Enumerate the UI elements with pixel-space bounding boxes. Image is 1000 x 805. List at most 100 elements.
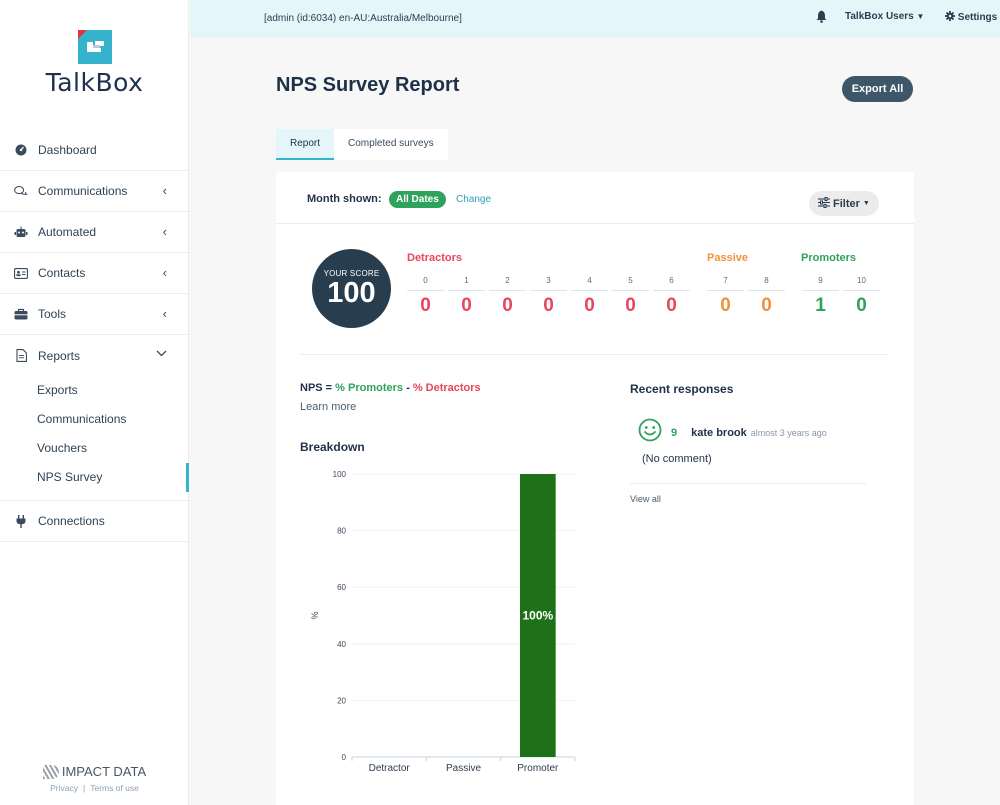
sidebar-subitem-nps-survey[interactable]: NPS Survey [0, 463, 189, 492]
y-tick-label: 0 [342, 753, 347, 762]
rating-number: 10 [843, 276, 880, 291]
terms-link[interactable]: Terms of use [90, 783, 139, 793]
y-tick-label: 80 [337, 527, 346, 536]
bell-icon[interactable] [816, 10, 827, 23]
talkbox-logo[interactable]: TalkBox [0, 30, 189, 97]
rating-column: 30 [530, 276, 567, 317]
sidebar-item-tools[interactable]: Tools ‹ [0, 294, 189, 335]
dashboard-icon [14, 143, 28, 157]
sidebar-item-label: Communications [38, 184, 128, 198]
rating-column: 10 [448, 276, 485, 317]
reports-submenu: Exports Communications Vouchers NPS Surv… [0, 376, 189, 501]
data-label: 100% [522, 609, 553, 623]
rating-column: 10 0 [843, 276, 880, 317]
rating-number: 0 [407, 276, 444, 291]
change-month-link[interactable]: Change [456, 194, 491, 205]
sidebar-subitem-exports[interactable]: Exports [0, 376, 189, 405]
rating-number: 3 [530, 276, 567, 291]
detractors-label: Detractors [407, 252, 463, 264]
recent-responses-title: Recent responses [630, 382, 734, 396]
sidebar-subitem-communications[interactable]: Communications [0, 405, 189, 434]
response-name: kate brook [691, 426, 747, 439]
privacy-link[interactable]: Privacy [50, 783, 78, 793]
rating-count: 0 [856, 295, 867, 316]
logo-text: TalkBox [45, 68, 144, 97]
filter-button[interactable]: Filter ▼ [809, 191, 879, 216]
passive-label: Passive [707, 252, 748, 264]
footer-links: Privacy | Terms of use [0, 783, 189, 793]
tab-report[interactable]: Report [276, 129, 335, 160]
view-all-link[interactable]: View all [630, 494, 661, 504]
settings-link[interactable]: Settings [945, 11, 997, 23]
rating-count: 0 [666, 295, 677, 316]
rating-count: 0 [502, 295, 513, 316]
filter-label: Filter [833, 197, 860, 210]
sidebar-subitem-vouchers[interactable]: Vouchers [0, 434, 189, 463]
y-tick-label: 20 [337, 696, 346, 705]
account-label: TalkBox Users [845, 11, 914, 22]
y-axis-label: % [310, 611, 320, 619]
tab-completed-surveys[interactable]: Completed surveys [334, 129, 448, 160]
document-icon [14, 349, 28, 363]
sidebar-item-connections[interactable]: Connections [0, 501, 189, 542]
user-context: [admin (id:6034) en-AU:Australia/Melbour… [264, 13, 462, 24]
formula-equals: = [322, 382, 336, 394]
x-tick-label: Passive [446, 763, 481, 774]
page-title: NPS Survey Report [276, 74, 460, 96]
response-item[interactable]: 9 kate brook almost 3 years ago [638, 418, 827, 447]
x-tick-label: Promoter [517, 763, 559, 774]
rating-number: 9 [802, 276, 839, 291]
sidebar-item-automated[interactable]: Automated ‹ [0, 212, 189, 253]
month-shown-label: Month shown: [307, 193, 382, 205]
sidebar-item-label: Tools [38, 307, 67, 321]
rating-number: 1 [448, 276, 485, 291]
rating-number: 4 [571, 276, 608, 291]
chevron-down-icon [156, 345, 167, 360]
caret-down-icon: ▼ [916, 12, 925, 21]
rating-column: 60 [653, 276, 690, 317]
plug-icon [14, 514, 28, 528]
chevron-left-icon: ‹ [162, 265, 167, 280]
sidebar-item-reports[interactable]: Reports [0, 335, 189, 376]
formula-detractors: % Detractors [412, 382, 481, 394]
x-tick-label: Detractor [369, 763, 411, 774]
rating-count: 0 [420, 295, 431, 316]
sidebar: TalkBox Dashboard Communications ‹ Autom… [0, 0, 189, 805]
talkbox-logo-icon [77, 30, 112, 64]
month-value-badge[interactable]: All Dates [389, 191, 446, 208]
response-time: almost 3 years ago [750, 427, 827, 438]
sidebar-item-contacts[interactable]: Contacts ‹ [0, 253, 189, 294]
rating-count: 0 [543, 295, 554, 316]
rating-count: 0 [461, 295, 472, 316]
rating-column: 70 [707, 276, 744, 317]
sidebar-item-label: Connections [38, 514, 105, 528]
topbar: [admin (id:6034) en-AU:Australia/Melbour… [190, 0, 1000, 38]
chevron-left-icon: ‹ [162, 306, 167, 321]
rating-number: 6 [653, 276, 690, 291]
account-dropdown[interactable]: TalkBox Users ▼ [845, 11, 924, 22]
learn-more-link[interactable]: Learn more [300, 401, 356, 413]
sidebar-item-dashboard[interactable]: Dashboard [0, 130, 189, 171]
sidebar-item-label: Contacts [38, 266, 86, 280]
breakdown-chart: 0 20 40 60 80 100 Detractor Passive 100% Promoter… [310, 470, 576, 774]
report-card-header: Month shown: All Dates Change Filter ▼ [276, 172, 914, 224]
formula-promoters: % Promoters [335, 382, 404, 394]
sidebar-item-label: Automated [38, 225, 97, 239]
rating-number: 7 [707, 276, 744, 291]
sidebar-item-communications[interactable]: Communications ‹ [0, 171, 189, 212]
rating-column: 20 [489, 276, 526, 317]
rating-column: 91 [802, 276, 839, 317]
y-tick-label: 60 [337, 583, 346, 592]
rating-count: 0 [625, 295, 636, 316]
export-all-button[interactable]: Export All [842, 76, 913, 102]
promoters-label: Promoters [801, 252, 857, 264]
settings-label: Settings [957, 12, 998, 23]
sidebar-item-label: Reports [38, 348, 81, 363]
impact-data-icon [42, 764, 59, 779]
chat-icon [14, 184, 28, 198]
rating-column: 50 [612, 276, 649, 317]
rating-count: 0 [720, 295, 731, 316]
divider [300, 354, 888, 355]
rating-number: 8 [748, 276, 785, 291]
rating-count: 0 [761, 295, 772, 316]
